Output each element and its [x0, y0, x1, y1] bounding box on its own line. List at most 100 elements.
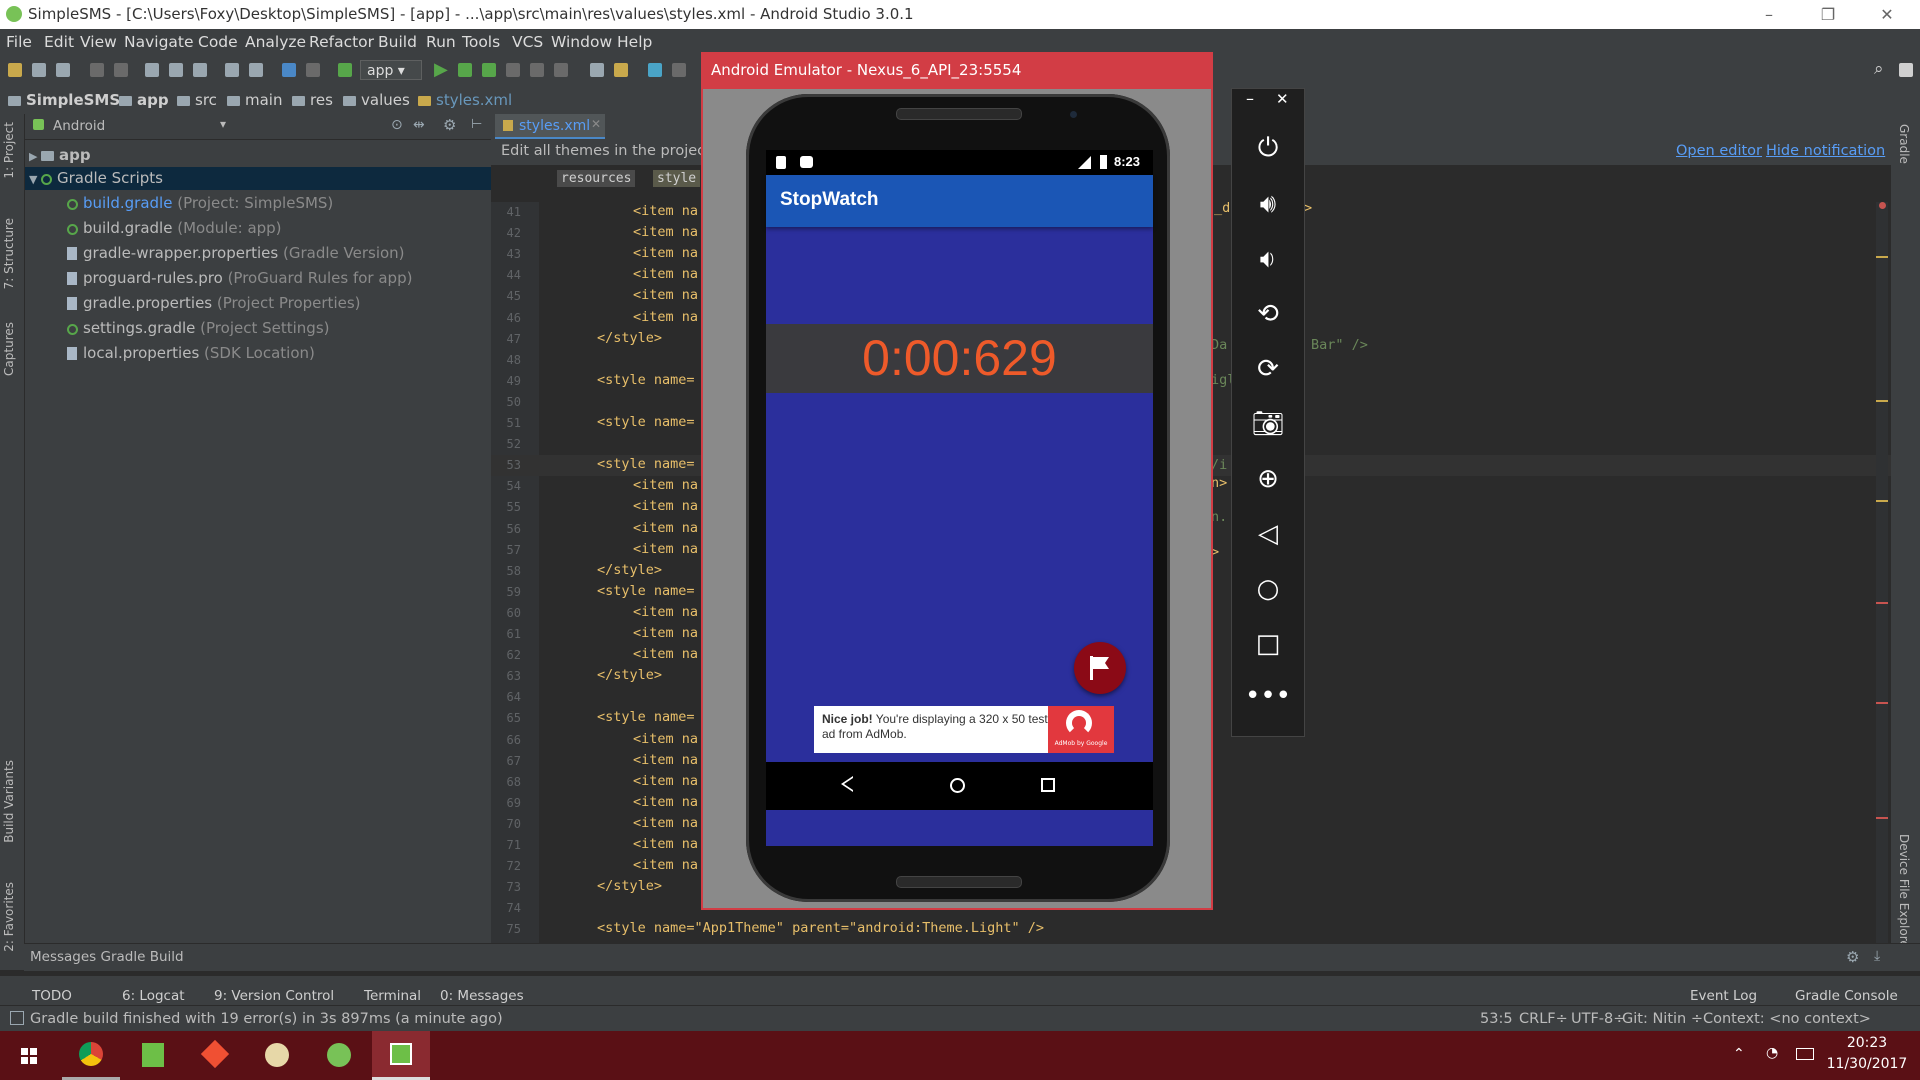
breadcrumb-app[interactable]: app: [119, 91, 169, 109]
close-window-button[interactable]: ✕: [1864, 0, 1910, 29]
menu-help[interactable]: Help: [617, 33, 652, 51]
code-line[interactable]: <style name=: [597, 372, 695, 388]
sdk-icon[interactable]: [1899, 63, 1913, 77]
home-icon[interactable]: ○: [1232, 574, 1304, 604]
tray-chevron-icon[interactable]: ⌃: [1733, 1046, 1745, 1062]
code-line[interactable]: <item na: [633, 224, 698, 240]
code-line[interactable]: <item na: [633, 625, 698, 641]
wifi-icon[interactable]: ◔: [1766, 1045, 1778, 1061]
code-line[interactable]: <style name=: [597, 583, 695, 599]
code-line[interactable]: </style>: [597, 330, 662, 346]
sync-scroll-icon[interactable]: ⊙: [391, 117, 403, 133]
collapse-all-icon[interactable]: ⇹: [413, 117, 425, 133]
code-line[interactable]: <style name="App1Theme" parent="android:…: [597, 920, 1044, 936]
power-icon[interactable]: ⏻: [1232, 133, 1304, 164]
tree-item-build-gradle-module[interactable]: build.gradle (Module: app): [67, 219, 282, 237]
editor-tab-styles-xml[interactable]: styles.xml ✕: [495, 114, 605, 139]
battery-icon[interactable]: [1796, 1048, 1814, 1060]
overview-icon[interactable]: □: [1232, 629, 1304, 659]
code-line[interactable]: <item na: [633, 498, 698, 514]
taskbar-paint[interactable]: [248, 1031, 306, 1080]
menu-code[interactable]: Code: [198, 33, 238, 51]
line-separator[interactable]: CRLF÷: [1519, 1011, 1568, 1027]
forward-icon[interactable]: [306, 63, 320, 77]
code-line[interactable]: <item na: [633, 203, 698, 219]
start-button[interactable]: [0, 1031, 58, 1080]
code-line[interactable]: <item na: [633, 309, 698, 325]
tab-project[interactable]: 1: Project: [2, 122, 16, 179]
search-everywhere-icon[interactable]: ⌕: [1874, 59, 1884, 79]
back-icon[interactable]: [282, 63, 296, 77]
tree-item-local-properties[interactable]: local.properties (SDK Location): [67, 344, 315, 362]
code-line[interactable]: <item na: [633, 245, 698, 261]
run-icon[interactable]: ▶: [434, 59, 448, 80]
redo-icon[interactable]: [114, 63, 128, 77]
paste-icon[interactable]: [193, 63, 207, 77]
taskbar-chrome[interactable]: [62, 1031, 120, 1080]
sync-gradle-icon[interactable]: [648, 63, 662, 77]
breadcrumb-file[interactable]: styles.xml: [418, 91, 512, 109]
menu-build[interactable]: Build: [378, 33, 417, 51]
tree-item-gradle-wrapper[interactable]: gradle-wrapper.properties (Gradle Versio…: [67, 244, 405, 262]
menu-vcs[interactable]: VCS: [512, 33, 543, 51]
rotate-left-icon[interactable]: ⟲: [1232, 299, 1304, 329]
xml-crumb-resources[interactable]: resources: [557, 170, 636, 187]
hide-notification-link[interactable]: Hide notification: [1766, 143, 1885, 159]
apply-changes-icon[interactable]: [458, 63, 472, 77]
menu-edit[interactable]: Edit: [44, 33, 74, 51]
close-tab-icon[interactable]: ✕: [591, 117, 601, 131]
lap-flag-button[interactable]: [1074, 642, 1126, 694]
run-configuration-dropdown[interactable]: app ▾: [360, 60, 422, 80]
code-line[interactable]: <item na: [633, 287, 698, 303]
code-line[interactable]: <item na: [633, 646, 698, 662]
hide-panel-icon[interactable]: ⊢: [471, 117, 482, 132]
tab-structure[interactable]: 7: Structure: [2, 218, 16, 289]
code-line[interactable]: <item na: [633, 477, 698, 493]
tray-date[interactable]: 11/30/2017: [1826, 1056, 1908, 1072]
attach-debugger-icon[interactable]: [530, 63, 544, 77]
menu-navigate[interactable]: Navigate: [124, 33, 194, 51]
save-icon[interactable]: [32, 63, 46, 77]
code-line[interactable]: <style name=: [597, 456, 695, 472]
breadcrumb-src[interactable]: src: [177, 91, 217, 109]
tree-item-proguard-rules[interactable]: proguard-rules.pro (ProGuard Rules for a…: [67, 269, 412, 287]
menu-analyze[interactable]: Analyze: [245, 33, 306, 51]
menu-view[interactable]: View: [80, 33, 117, 51]
code-line[interactable]: </style>: [597, 667, 662, 683]
tab-build-variants[interactable]: Build Variants: [2, 760, 16, 843]
code-line[interactable]: <item na: [633, 857, 698, 873]
xml-crumb-style[interactable]: style: [653, 170, 701, 187]
replace-icon[interactable]: [249, 63, 263, 77]
back-icon[interactable]: ◁: [1232, 519, 1304, 549]
code-line[interactable]: <item na: [633, 773, 698, 789]
find-icon[interactable]: [225, 63, 239, 77]
settings-gear-icon[interactable]: ⚙: [1846, 948, 1859, 966]
tree-item-gradle-scripts[interactable]: ▼ Gradle Scripts: [29, 169, 163, 187]
taskbar-android-studio[interactable]: [310, 1031, 368, 1080]
code-line[interactable]: <item na: [633, 520, 698, 536]
code-line[interactable]: <item na: [633, 752, 698, 768]
view-dropdown-icon[interactable]: ▾: [220, 117, 226, 131]
debug-icon[interactable]: [482, 63, 496, 77]
close-emulator-icon[interactable]: ✕: [1276, 90, 1289, 108]
code-line[interactable]: <item na: [633, 266, 698, 282]
breadcrumb-project[interactable]: SimpleSMS: [8, 91, 120, 109]
stop-icon[interactable]: [554, 63, 568, 77]
breadcrumb-res[interactable]: res: [292, 91, 333, 109]
settings-gear-icon[interactable]: ⚙: [443, 116, 456, 134]
tree-item-settings-gradle[interactable]: settings.gradle (Project Settings): [67, 319, 330, 337]
profile-icon[interactable]: [506, 63, 520, 77]
cut-icon[interactable]: [145, 63, 159, 77]
file-encoding[interactable]: UTF-8÷: [1571, 1011, 1625, 1027]
vcs-icon[interactable]: [672, 63, 686, 77]
home-icon[interactable]: [950, 778, 965, 793]
menu-run[interactable]: Run: [426, 33, 456, 51]
make-project-icon[interactable]: [338, 63, 352, 77]
code-line[interactable]: </style>: [597, 562, 662, 578]
taskbar-git[interactable]: [186, 1031, 244, 1080]
more-icon[interactable]: •••: [1232, 681, 1304, 711]
tray-time[interactable]: 20:23: [1830, 1035, 1904, 1051]
code-line[interactable]: </style>: [597, 878, 662, 894]
tree-item-app[interactable]: ▶ app: [29, 146, 91, 164]
code-line[interactable]: <style name=: [597, 709, 695, 725]
